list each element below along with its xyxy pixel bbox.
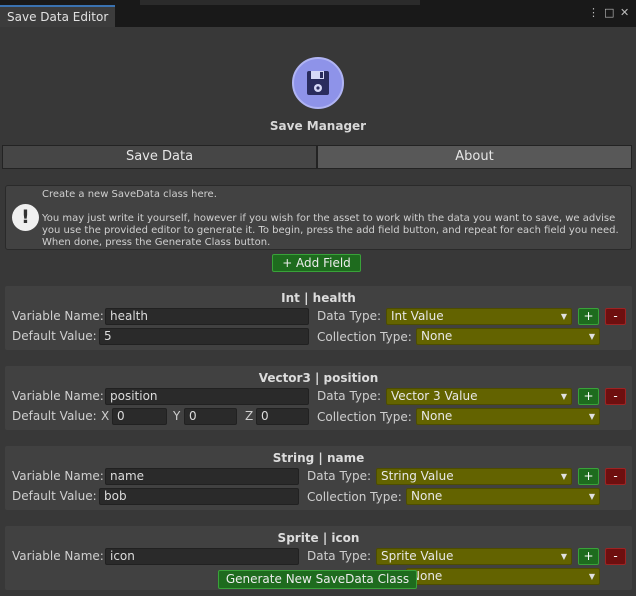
maximize-icon[interactable]: □ (604, 7, 614, 19)
variable-name-input[interactable]: position (105, 388, 309, 405)
tab-save-data[interactable]: Save Data (2, 145, 317, 169)
default-value-label: Default Value: (12, 409, 97, 423)
collection-type-dropdown[interactable]: None ▼ (406, 568, 600, 585)
save-manager-logo (292, 57, 344, 109)
data-type-dropdown[interactable]: Int Value ▼ (386, 308, 572, 325)
tab-about[interactable]: About (317, 145, 632, 169)
add-element-button[interactable]: + (578, 308, 599, 325)
data-type-value: Vector 3 Value (391, 389, 478, 403)
collection-type-label: Collection Type: (307, 490, 402, 504)
tab-save-data-editor[interactable]: Save Data Editor (0, 5, 115, 27)
default-z-input[interactable]: 0 (256, 408, 309, 425)
help-box: ! Create a new SaveData class here. You … (5, 185, 632, 250)
variable-name-label: Variable Name: (12, 469, 104, 483)
exclamation-icon: ! (12, 204, 39, 231)
collection-type-value: None (421, 409, 453, 423)
x-label: X (101, 409, 110, 423)
variable-name-label: Variable Name: (12, 309, 104, 323)
generate-class-button[interactable]: Generate New SaveData Class (218, 570, 417, 589)
variable-name-input[interactable]: name (105, 468, 299, 485)
z-label: Z (245, 409, 254, 423)
data-type-label: Data Type: (307, 469, 372, 483)
remove-field-button[interactable]: - (605, 548, 626, 565)
default-value-input[interactable]: 5 (99, 328, 309, 345)
background-tab[interactable] (140, 0, 420, 5)
chevron-down-icon: ▼ (560, 312, 567, 321)
collection-type-label: Collection Type: (317, 330, 412, 344)
chevron-down-icon: ▼ (588, 492, 595, 501)
editor-panel: Save Manager Save Data About ! Create a … (0, 27, 636, 596)
add-element-button[interactable]: + (578, 468, 599, 485)
variable-name-input[interactable]: health (105, 308, 309, 325)
remove-field-button[interactable]: - (605, 468, 626, 485)
add-element-button[interactable]: + (578, 388, 599, 405)
collection-type-value: None (411, 489, 443, 503)
data-type-dropdown[interactable]: Sprite Value ▼ (376, 548, 572, 565)
field-card-title: Int | health (281, 291, 356, 305)
field-card-health: Int | health Variable Name: health Defau… (5, 286, 632, 350)
add-field-button[interactable]: + Add Field (272, 254, 361, 272)
variable-name-input[interactable]: icon (105, 548, 299, 565)
window-title: Save Data Editor (7, 10, 109, 24)
chevron-down-icon: ▼ (588, 332, 595, 341)
collection-type-dropdown[interactable]: None ▼ (416, 328, 600, 345)
chevron-down-icon: ▼ (560, 552, 567, 561)
floppy-disk-icon (307, 71, 329, 95)
chevron-down-icon: ▼ (588, 412, 595, 421)
variable-name-label: Variable Name: (12, 549, 104, 563)
data-type-value: Sprite Value (381, 549, 454, 563)
data-type-value: Int Value (391, 309, 444, 323)
y-label: Y (173, 409, 181, 423)
remove-field-button[interactable]: - (605, 388, 626, 405)
collection-type-value: None (421, 329, 453, 343)
default-value-label: Default Value: (12, 489, 97, 503)
data-type-value: String Value (381, 469, 454, 483)
help-text: You may just write it yourself, however … (42, 213, 619, 248)
collection-type-label: Collection Type: (317, 410, 412, 424)
help-heading: Create a new SaveData class here. (42, 189, 217, 200)
data-type-dropdown[interactable]: String Value ▼ (376, 468, 572, 485)
field-card-position: Vector3 | position Variable Name: positi… (5, 366, 632, 430)
data-type-label: Data Type: (307, 549, 372, 563)
chevron-down-icon: ▼ (560, 392, 567, 401)
kebab-menu-icon[interactable]: ⋮ (588, 7, 599, 19)
add-element-button[interactable]: + (578, 548, 599, 565)
collection-type-dropdown[interactable]: None ▼ (416, 408, 600, 425)
data-type-label: Data Type: (317, 309, 382, 323)
variable-name-label: Variable Name: (12, 389, 104, 403)
field-card-name: String | name Variable Name: name Defaul… (5, 446, 632, 510)
field-card-title: Vector3 | position (258, 371, 379, 385)
window-tab-bar: Save Data Editor ⋮ □ ✕ (0, 0, 636, 27)
default-value-label: Default Value: (12, 329, 97, 343)
remove-field-button[interactable]: - (605, 308, 626, 325)
chevron-down-icon: ▼ (588, 572, 595, 581)
default-value-input[interactable]: bob (99, 488, 299, 505)
page-title: Save Manager (269, 119, 367, 133)
data-type-label: Data Type: (317, 389, 382, 403)
default-x-input[interactable]: 0 (112, 408, 167, 425)
data-type-dropdown[interactable]: Vector 3 Value ▼ (386, 388, 572, 405)
chevron-down-icon: ▼ (560, 472, 567, 481)
field-card-title: Sprite | icon (277, 531, 360, 545)
default-y-input[interactable]: 0 (184, 408, 237, 425)
close-icon[interactable]: ✕ (620, 7, 629, 19)
collection-type-dropdown[interactable]: None ▼ (406, 488, 600, 505)
field-card-title: String | name (272, 451, 365, 465)
